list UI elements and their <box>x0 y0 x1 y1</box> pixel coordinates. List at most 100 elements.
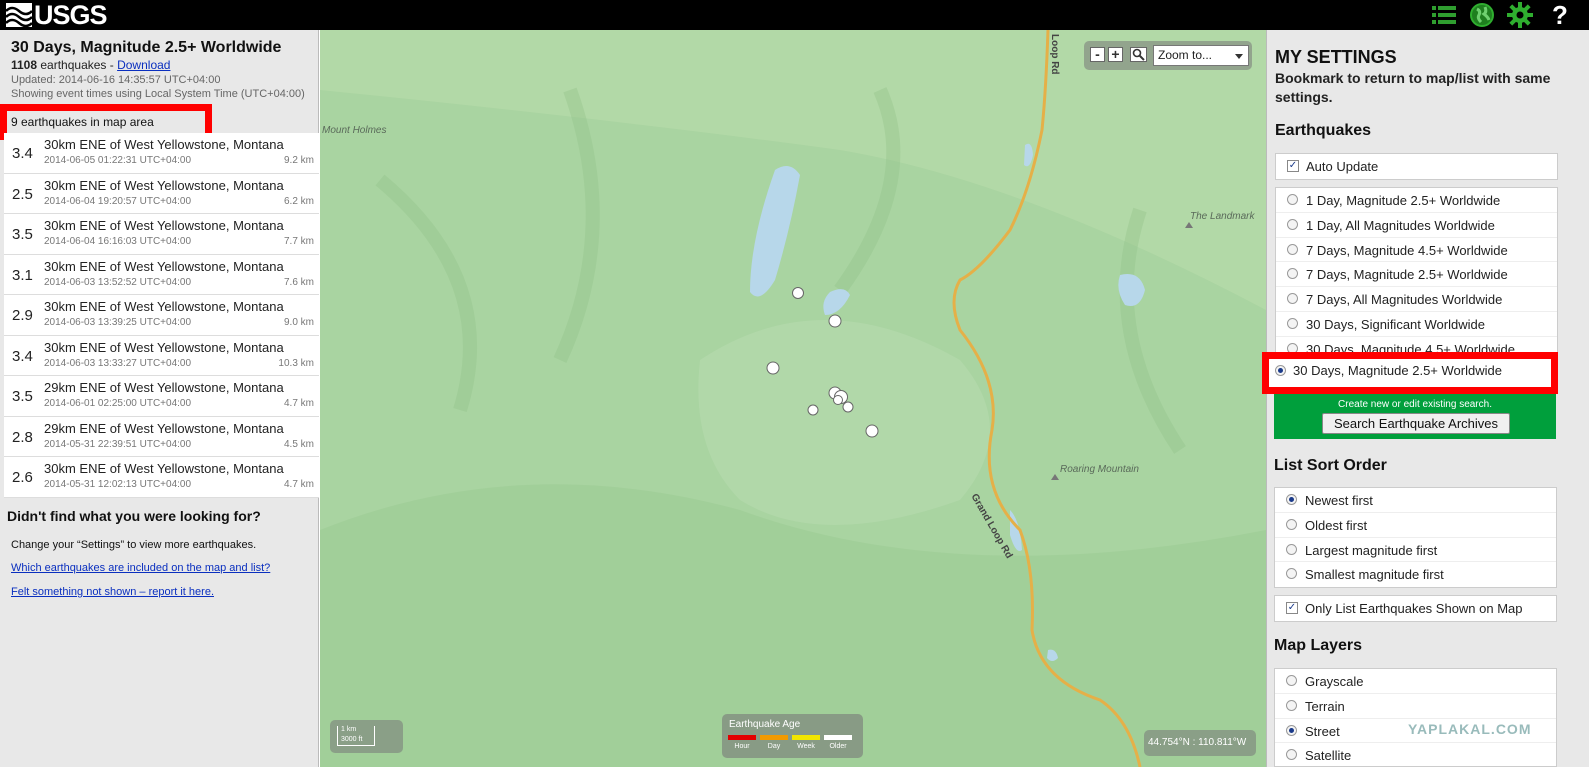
map-view[interactable]: Mount Holmes The Landmark Roaring Mounta… <box>320 30 1266 767</box>
earthquake-row[interactable]: 2.5 30km ENE of West Yellowstone, Montana… <box>4 173 319 214</box>
legend-label-hour: Hour <box>734 743 750 750</box>
event-time: 2014-05-31 12:02:13 UTC+04:00 <box>44 479 192 490</box>
earthquake-marker[interactable] <box>865 424 879 438</box>
feed-option[interactable]: 1 Day, Magnitude 2.5+ Worldwide <box>1276 188 1557 213</box>
only-list-option[interactable]: ✓ Only List Earthquakes Shown on Map <box>1275 596 1556 621</box>
radio-icon[interactable] <box>1287 293 1298 305</box>
earthquake-marker[interactable] <box>766 361 780 375</box>
radio-icon[interactable] <box>1287 268 1298 280</box>
scale-km: 1 km <box>341 726 357 733</box>
radio-icon[interactable] <box>1287 317 1298 329</box>
magnitude: 3.5 <box>12 388 33 405</box>
earthquake-marker[interactable] <box>792 287 804 299</box>
event-time: 2014-06-01 02:25:00 UTC+04:00 <box>44 398 192 409</box>
earthquake-row[interactable]: 2.8 29km ENE of West Yellowstone, Montana… <box>4 416 319 457</box>
feed-option-selected[interactable]: 30 Days, Magnitude 2.5+ Worldwide <box>1269 359 1551 384</box>
selected-feed-highlight: 30 Days, Magnitude 2.5+ Worldwide <box>1262 352 1558 394</box>
usgs-wave-icon <box>6 3 32 27</box>
auto-update-box: ✓ Auto Update <box>1275 153 1558 180</box>
sort-option[interactable]: Smallest magnitude first <box>1275 562 1556 587</box>
map-label-the-landmark: The Landmark <box>1190 211 1255 222</box>
depth: 6.2 km <box>283 195 314 207</box>
legend-label-older: Older <box>829 743 847 750</box>
earthquake-row[interactable]: 3.1 30km ENE of West Yellowstone, Montana… <box>4 254 319 295</box>
earthquake-row[interactable]: 3.5 29km ENE of West Yellowstone, Montana… <box>4 376 319 417</box>
sort-option[interactable]: Newest first <box>1275 488 1556 513</box>
earthquake-marker[interactable] <box>807 404 819 416</box>
map-label-loop-rd: Loop Rd <box>1049 34 1060 75</box>
magnifier-icon[interactable] <box>1130 47 1147 62</box>
felt-something-link[interactable]: Felt something not shown – report it her… <box>11 586 214 598</box>
radio-selected-icon[interactable] <box>1286 494 1297 505</box>
earthquake-row[interactable]: 2.6 30km ENE of West Yellowstone, Montana… <box>4 457 319 498</box>
place: 30km ENE of West Yellowstone, Montana <box>44 461 284 476</box>
zoom-to-select[interactable]: Zoom to... <box>1153 45 1249 66</box>
search-note: Create new or edit existing search. <box>1338 399 1492 410</box>
radio-icon[interactable] <box>1286 518 1297 530</box>
place: 30km ENE of West Yellowstone, Montana <box>44 339 284 355</box>
earthquake-age-legend: Earthquake Age Hour Day Week Older <box>722 714 863 758</box>
feed-option[interactable]: 7 Days, Magnitude 4.5+ Worldwide <box>1276 238 1557 263</box>
zoom-out-button[interactable]: - <box>1090 47 1105 62</box>
feed-option[interactable]: 1 Day, All Magnitudes Worldwide <box>1276 213 1557 238</box>
list-icon[interactable] <box>1429 1 1459 29</box>
layer-option[interactable]: Satellite <box>1275 743 1556 766</box>
radio-icon[interactable] <box>1286 699 1297 711</box>
timezone-note: Showing event times using Local System T… <box>11 88 305 100</box>
earthquake-row[interactable]: 2.9 30km ENE of West Yellowstone, Montana… <box>4 295 319 336</box>
legend-swatch-day <box>760 735 788 740</box>
radio-selected-icon[interactable] <box>1275 365 1286 376</box>
radio-icon[interactable] <box>1286 543 1297 555</box>
radio-selected-icon[interactable] <box>1286 724 1297 736</box>
search-archives-button[interactable]: Search Earthquake Archives <box>1322 413 1510 434</box>
place: 29km ENE of West Yellowstone, Montana <box>44 420 284 436</box>
earthquake-marker[interactable] <box>842 401 854 413</box>
depth: 9.0 km <box>283 317 314 328</box>
feed-option[interactable]: 7 Days, All Magnitudes Worldwide <box>1276 287 1557 312</box>
magnitude: 3.5 <box>12 226 33 243</box>
top-bar: USGS ? <box>0 0 1589 30</box>
feed-option[interactable]: 7 Days, Magnitude 2.5+ Worldwide <box>1276 262 1557 288</box>
radio-icon[interactable] <box>1287 194 1298 205</box>
count-suffix: earthquakes - <box>37 58 118 72</box>
gear-icon[interactable] <box>1505 1 1535 29</box>
legend-label-day: Day <box>767 743 781 750</box>
radio-icon[interactable] <box>1287 218 1298 230</box>
zoom-in-button[interactable]: + <box>1108 47 1123 62</box>
map-label-mount-holmes: Mount Holmes <box>322 125 387 136</box>
sort-option[interactable]: Oldest first <box>1275 513 1556 538</box>
logo-text: USGS <box>34 0 108 30</box>
globe-icon[interactable] <box>1467 1 1497 29</box>
checkbox-checked-icon[interactable]: ✓ <box>1286 602 1298 614</box>
radio-icon[interactable] <box>1286 675 1297 686</box>
layer-option[interactable]: Terrain <box>1275 694 1556 719</box>
map-terrain <box>320 30 1266 767</box>
search-archives-box: Create new or edit existing search. Sear… <box>1274 394 1556 439</box>
sort-options: Newest first Oldest first Largest magnit… <box>1274 487 1557 589</box>
only-list-box: ✓ Only List Earthquakes Shown on Map <box>1274 595 1557 622</box>
radio-icon[interactable] <box>1286 749 1297 761</box>
earthquake-row[interactable]: 3.4 30km ENE of West Yellowstone, Montana… <box>4 335 319 376</box>
depth: 10.3 km <box>278 357 314 369</box>
sort-option[interactable]: Largest magnitude first <box>1275 538 1556 563</box>
usgs-logo[interactable]: USGS <box>6 0 108 30</box>
download-link[interactable]: Download <box>117 58 170 72</box>
earthquake-marker[interactable] <box>833 395 843 405</box>
zoom-control: - + Zoom to... <box>1084 41 1252 70</box>
radio-icon[interactable] <box>1286 568 1297 580</box>
place: 30km ENE of West Yellowstone, Montana <box>44 177 284 193</box>
help-icon[interactable]: ? <box>1545 0 1575 30</box>
which-earthquakes-link[interactable]: Which earthquakes are included on the ma… <box>11 562 270 574</box>
magnitude: 3.1 <box>12 266 33 284</box>
earthquake-row[interactable]: 3.5 30km ENE of West Yellowstone, Montana… <box>4 214 319 255</box>
depth: 4.5 km <box>283 438 314 450</box>
earthquake-row[interactable]: 3.4 30km ENE of West Yellowstone, Montana… <box>4 133 319 174</box>
layer-option[interactable]: Grayscale <box>1275 669 1556 694</box>
radio-icon[interactable] <box>1287 243 1298 255</box>
map-label-roaring-mountain: Roaring Mountain <box>1060 464 1139 475</box>
event-time: 2014-06-04 16:16:03 UTC+04:00 <box>44 236 192 247</box>
checkbox-checked-icon[interactable]: ✓ <box>1287 160 1299 172</box>
earthquake-marker[interactable] <box>828 314 842 328</box>
feed-option[interactable]: 30 Days, Significant Worldwide <box>1276 312 1557 337</box>
auto-update-option[interactable]: ✓ Auto Update <box>1276 154 1557 179</box>
